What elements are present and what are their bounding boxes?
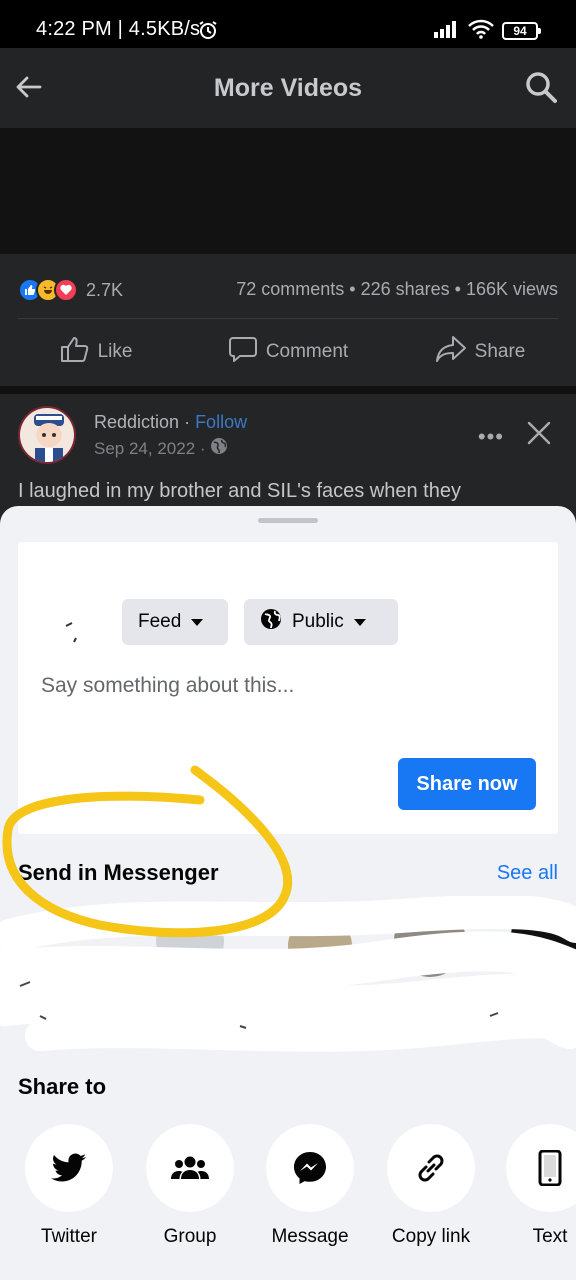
divider bbox=[18, 318, 558, 319]
post-text: I laughed in my brother and SIL's faces … bbox=[18, 480, 461, 502]
comment-icon bbox=[228, 335, 258, 369]
app-bar: More Videos bbox=[0, 48, 576, 128]
share-text[interactable]: Text bbox=[490, 1124, 576, 1248]
status-bar: 4:22 PM | 4.5KB/s 94 bbox=[0, 0, 576, 48]
battery-indicator: 94 bbox=[502, 22, 541, 40]
share-message[interactable]: Message bbox=[250, 1124, 370, 1248]
like-label: Like bbox=[97, 341, 133, 362]
more-options-icon[interactable]: ••• bbox=[478, 424, 504, 450]
share-target-label: Text bbox=[532, 1226, 568, 1247]
post-author-line: Reddiction · Follow bbox=[94, 412, 247, 433]
audience-selector[interactable]: Public bbox=[244, 599, 398, 645]
separator bbox=[0, 386, 576, 394]
reactions-summary[interactable]: 2.7K bbox=[18, 278, 123, 302]
share-target-label: Copy link bbox=[391, 1226, 471, 1247]
post-date-line: Sep 24, 2022 · bbox=[94, 437, 228, 460]
author-separator: · bbox=[179, 412, 196, 432]
reaction-count: 2.7K bbox=[86, 279, 124, 300]
group-icon bbox=[146, 1124, 234, 1212]
share-button[interactable]: Share bbox=[384, 332, 576, 372]
search-icon[interactable] bbox=[524, 70, 558, 109]
caret-down-icon bbox=[353, 618, 366, 626]
author-name[interactable]: Reddiction bbox=[94, 412, 179, 432]
share-group[interactable]: Group bbox=[130, 1124, 250, 1248]
redaction-scribble bbox=[0, 896, 576, 1052]
post-date: Sep 24, 2022 · bbox=[94, 438, 206, 458]
messenger-icon bbox=[266, 1124, 354, 1212]
share-copy-link[interactable]: Copy link bbox=[371, 1124, 491, 1248]
see-all-link[interactable]: See all bbox=[497, 862, 558, 885]
share-now-button[interactable]: Share now bbox=[398, 758, 536, 810]
share-twitter[interactable]: Twitter bbox=[9, 1124, 129, 1248]
post-stats[interactable]: 72 comments • 226 shares • 166K views bbox=[236, 279, 558, 300]
follow-link[interactable]: Follow bbox=[195, 412, 247, 432]
sheet-drag-handle[interactable] bbox=[258, 518, 318, 523]
globe-icon bbox=[210, 437, 228, 460]
share-message-input[interactable]: Say something about this... bbox=[41, 674, 294, 698]
comment-button[interactable]: Comment bbox=[192, 332, 384, 372]
feed-label: Feed bbox=[138, 611, 182, 632]
share-target-label: Group bbox=[163, 1226, 217, 1247]
screen: 4:22 PM | 4.5KB/s 94 More Videos 2.7K 72… bbox=[0, 0, 576, 1280]
share-to-heading: Share to bbox=[18, 1074, 107, 1099]
avatar[interactable] bbox=[18, 406, 76, 464]
audience-label: Public bbox=[292, 611, 344, 632]
share-targets: Twitter Group Message Copy link Text bbox=[0, 1124, 576, 1274]
share-arrow-icon bbox=[435, 335, 467, 369]
globe-icon bbox=[260, 608, 282, 636]
alarm-icon bbox=[198, 20, 218, 45]
battery-level: 94 bbox=[513, 24, 527, 38]
video-player[interactable] bbox=[0, 128, 576, 254]
status-time: 4:22 PM | 4.5KB/s bbox=[36, 18, 201, 40]
share-target-label: Message bbox=[271, 1226, 349, 1247]
redaction-scribble bbox=[53, 597, 114, 643]
signal-icon bbox=[434, 20, 460, 43]
feed-selector[interactable]: Feed bbox=[122, 599, 228, 645]
like-button[interactable]: Like bbox=[0, 332, 192, 372]
page-title: More Videos bbox=[213, 74, 363, 102]
thumbs-up-icon bbox=[60, 335, 90, 369]
twitter-icon bbox=[25, 1124, 113, 1212]
post-actions: Like Comment Share bbox=[0, 332, 576, 372]
wifi-icon bbox=[468, 19, 494, 44]
video-post-footer: 2.7K 72 comments • 226 shares • 166K vie… bbox=[0, 254, 576, 386]
share-sheet: Feed Public Say something about this... … bbox=[0, 506, 576, 1280]
share-composer: Feed Public Say something about this... … bbox=[18, 542, 558, 834]
phone-icon bbox=[506, 1124, 576, 1212]
caret-down-icon bbox=[191, 618, 204, 626]
send-in-messenger-heading: Send in Messenger bbox=[18, 860, 219, 885]
share-label: Share bbox=[474, 341, 526, 362]
comment-label: Comment bbox=[265, 341, 349, 362]
love-reaction-icon bbox=[54, 278, 78, 302]
close-icon[interactable] bbox=[526, 420, 552, 451]
link-icon bbox=[387, 1124, 475, 1212]
share-target-label: Twitter bbox=[41, 1226, 97, 1247]
